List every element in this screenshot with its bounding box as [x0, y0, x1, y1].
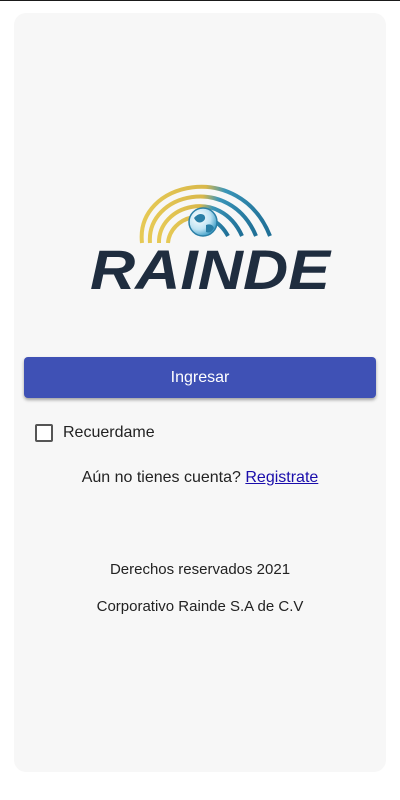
- register-link[interactable]: Registrate: [245, 469, 318, 486]
- rainde-logo: RAINDE: [90, 184, 332, 301]
- remember-checkbox[interactable]: [35, 424, 53, 442]
- remember-me[interactable]: Recuerdame: [35, 423, 155, 443]
- login-card: RAINDE Ingresar Recuerdame Aún no tienes…: [14, 13, 386, 772]
- globe-icon: [188, 207, 218, 237]
- company-name: Corporativo Rainde S.A de C.V: [96, 598, 304, 615]
- register-prompt-text: Aún no tienes cuenta?: [81, 469, 241, 486]
- svg-text:RAINDE: RAINDE: [90, 238, 332, 301]
- top-divider: [0, 0, 400, 1]
- copyright-text: Derechos reservados 2021: [109, 561, 291, 578]
- remember-label: Recuerdame: [63, 424, 155, 441]
- login-button[interactable]: Ingresar: [24, 357, 376, 398]
- register-prompt: Aún no tienes cuenta? Registrate: [14, 469, 386, 487]
